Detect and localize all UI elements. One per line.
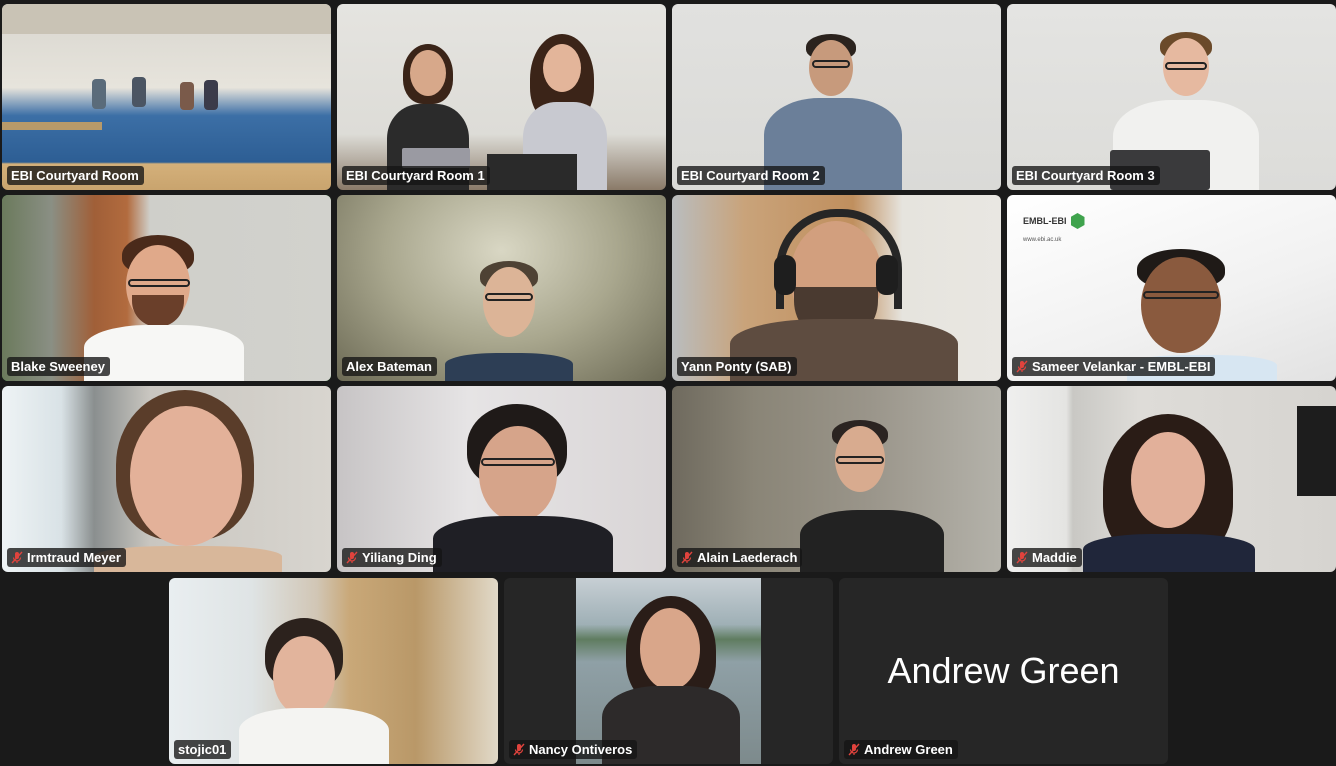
participant-name-label: Yiliang Ding xyxy=(342,548,442,567)
video-tile-andrew-green[interactable]: Andrew Green Andrew Green xyxy=(839,578,1168,764)
room-video xyxy=(1007,4,1336,190)
participant-name-label: Alain Laederach xyxy=(677,548,803,567)
video-tile-alex-bateman[interactable]: Alex Bateman xyxy=(337,195,666,381)
video-tile-alain-laederach[interactable]: Alain Laederach xyxy=(672,386,1001,572)
microphone-muted-icon xyxy=(848,743,860,756)
participant-video xyxy=(337,386,666,572)
video-tile-sameer-velankar[interactable]: EMBL-EBI www.ebi.ac.uk Sameer Velankar -… xyxy=(1007,195,1336,381)
embl-ebi-url: www.ebi.ac.uk xyxy=(1023,237,1062,243)
microphone-muted-icon xyxy=(1016,551,1028,564)
participant-video xyxy=(672,386,1001,572)
participant-name-label: EBI Courtyard Room 2 xyxy=(677,166,825,185)
video-tile-irmtraud-meyer[interactable]: Irmtraud Meyer xyxy=(2,386,331,572)
participant-video xyxy=(2,386,331,572)
video-tile-nancy-ontiveros[interactable]: Nancy Ontiveros xyxy=(504,578,833,764)
embl-ebi-logo: EMBL-EBI xyxy=(1023,213,1085,229)
video-tile-maddie[interactable]: Maddie xyxy=(1007,386,1336,572)
room-video xyxy=(337,4,666,190)
room-video xyxy=(2,4,331,190)
participant-name-label: Irmtraud Meyer xyxy=(7,548,126,567)
video-tile-yann-ponty[interactable]: Yann Ponty (SAB) xyxy=(672,195,1001,381)
video-off-display-name: Andrew Green xyxy=(887,650,1120,691)
microphone-muted-icon xyxy=(11,551,23,564)
participant-video xyxy=(169,578,498,764)
microphone-muted-icon xyxy=(346,551,358,564)
video-tile-yiliang-ding[interactable]: Yiliang Ding xyxy=(337,386,666,572)
video-tile-stojic01[interactable]: stojic01 xyxy=(169,578,498,764)
microphone-muted-icon xyxy=(681,551,693,564)
participant-name-label: EBI Courtyard Room 3 xyxy=(1012,166,1160,185)
participant-name-label: Andrew Green xyxy=(844,740,958,759)
participant-name-label: Maddie xyxy=(1012,548,1082,567)
participant-name-label: Alex Bateman xyxy=(342,357,437,376)
participant-name-label: Sameer Velankar - EMBL-EBI xyxy=(1012,357,1216,376)
room-video xyxy=(672,4,1001,190)
participant-name-label: Nancy Ontiveros xyxy=(509,740,638,759)
participant-name-label: Yann Ponty (SAB) xyxy=(677,357,797,376)
video-tile-ebi-courtyard-room-2[interactable]: EBI Courtyard Room 2 xyxy=(672,4,1001,190)
participant-video xyxy=(337,195,666,381)
microphone-muted-icon xyxy=(1016,360,1028,373)
microphone-muted-icon xyxy=(513,743,525,756)
participant-video xyxy=(672,195,1001,381)
participant-name-label: EBI Courtyard Room 1 xyxy=(342,166,490,185)
video-tile-ebi-courtyard-room-1[interactable]: EBI Courtyard Room 1 xyxy=(337,4,666,190)
video-tile-ebi-courtyard-room[interactable]: EBI Courtyard Room xyxy=(2,4,331,190)
participant-name-label: Blake Sweeney xyxy=(7,357,110,376)
video-tile-blake-sweeney[interactable]: Blake Sweeney xyxy=(2,195,331,381)
video-tile-ebi-courtyard-room-3[interactable]: EBI Courtyard Room 3 xyxy=(1007,4,1336,190)
participant-name-label: EBI Courtyard Room xyxy=(7,166,144,185)
participant-video: EMBL-EBI www.ebi.ac.uk xyxy=(1007,195,1336,381)
participant-name-label: stojic01 xyxy=(174,740,232,759)
participant-video xyxy=(1007,386,1336,572)
participant-video xyxy=(2,195,331,381)
participant-video xyxy=(576,578,761,764)
